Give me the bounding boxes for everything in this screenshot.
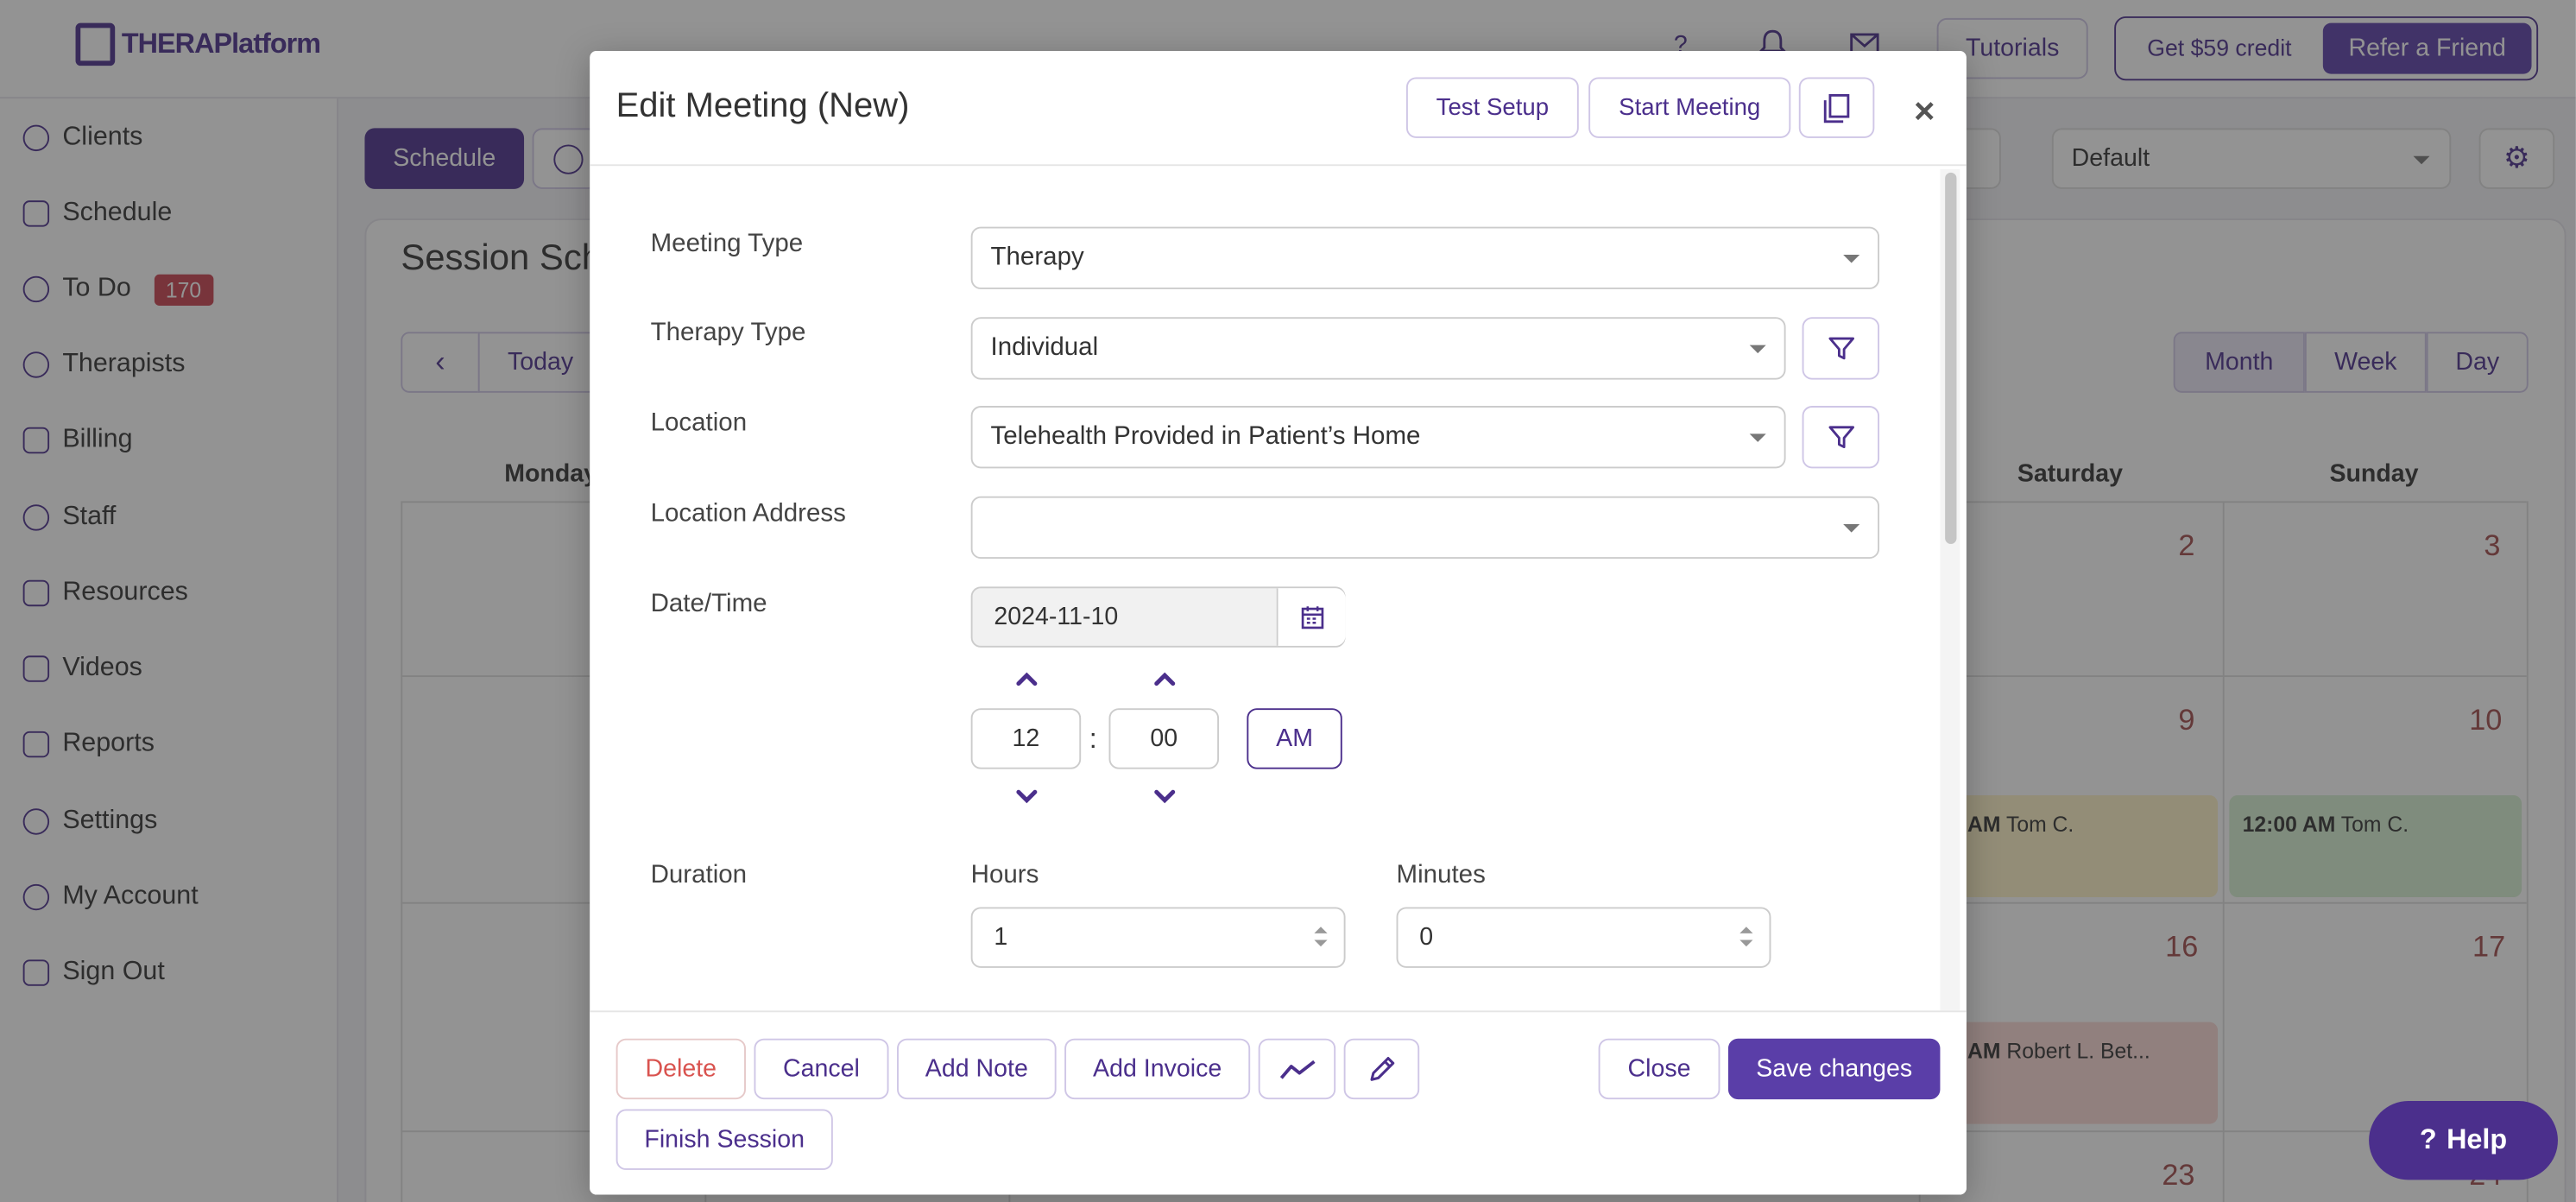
help-button[interactable]: ? Help [2369, 1101, 2558, 1180]
chevron-down-icon [1843, 524, 1860, 541]
date-picker-button[interactable] [1276, 588, 1346, 646]
location-select[interactable]: Telehealth Provided in Patient’s Home [970, 406, 1786, 469]
pencil-icon [1370, 1056, 1395, 1080]
location-address-select[interactable] [970, 496, 1880, 560]
ampm-toggle-button[interactable]: AM [1247, 708, 1342, 769]
filter-icon [1828, 337, 1854, 360]
minutes-stepper[interactable]: 0 [1396, 907, 1771, 968]
location-filter-button[interactable] [1802, 406, 1880, 469]
duration-label: Duration [650, 861, 748, 889]
therapy-type-value: Individual [990, 333, 1099, 362]
close-button[interactable]: Close [1598, 1038, 1720, 1100]
date-field[interactable]: 2024-11-10 [970, 586, 1346, 648]
trend-line-icon [1279, 1059, 1315, 1079]
finish-session-button[interactable]: Finish Session [616, 1109, 833, 1170]
cancel-button[interactable]: Cancel [754, 1038, 889, 1100]
meeting-type-select[interactable]: Therapy [970, 226, 1880, 289]
close-icon[interactable]: × [1914, 91, 1935, 133]
modal-title: Edit Meeting (New) [616, 86, 910, 125]
add-invoice-button[interactable]: Add Invoice [1064, 1038, 1251, 1100]
hours-value: 1 [994, 923, 1008, 952]
modal-header: Edit Meeting (New) Test Setup Start Meet… [590, 51, 1967, 167]
help-icon: ? [2419, 1123, 2437, 1155]
start-meeting-button[interactable]: Start Meeting [1588, 77, 1791, 138]
chevron-down-icon [1843, 254, 1860, 271]
time-separator: : [1089, 723, 1097, 755]
copy-button[interactable] [1798, 77, 1875, 138]
location-address-label: Location Address [650, 499, 846, 528]
minute-down-chevron-icon[interactable] [1153, 788, 1177, 805]
delete-button[interactable]: Delete [616, 1038, 746, 1100]
save-changes-button[interactable]: Save changes [1727, 1038, 1941, 1100]
progress-chart-button[interactable] [1258, 1038, 1336, 1100]
test-setup-button[interactable]: Test Setup [1405, 77, 1579, 138]
location-value: Telehealth Provided in Patient’s Home [990, 422, 1421, 451]
minutes-label: Minutes [1396, 861, 1486, 889]
hours-stepper[interactable]: 1 [970, 907, 1346, 968]
hour-up-chevron-icon[interactable] [1015, 670, 1039, 686]
filter-icon [1828, 426, 1854, 449]
meeting-type-value: Therapy [990, 243, 1084, 271]
location-label: Location [650, 408, 748, 438]
calendar-icon [1300, 606, 1323, 629]
hours-label: Hours [970, 861, 1039, 889]
copy-icon [1823, 92, 1850, 123]
chevron-down-icon [1749, 433, 1766, 450]
minute-input[interactable]: 00 [1108, 708, 1220, 769]
spinner-icon[interactable] [1739, 927, 1753, 950]
hour-down-chevron-icon[interactable] [1015, 788, 1039, 805]
meeting-type-label: Meeting Type [650, 230, 804, 258]
therapy-type-select[interactable]: Individual [970, 317, 1786, 380]
edit-meeting-modal: Edit Meeting (New) Test Setup Start Meet… [590, 50, 1967, 1195]
help-label: Help [2447, 1123, 2508, 1155]
add-note-button[interactable]: Add Note [897, 1038, 1057, 1100]
modal-footer: Delete Cancel Add Note Add Invoice Close… [590, 1010, 1967, 1195]
minutes-value: 0 [1419, 923, 1434, 952]
modal-scroll-thumb[interactable] [1945, 172, 1957, 544]
therapy-type-filter-button[interactable] [1802, 317, 1880, 380]
datetime-label: Date/Time [650, 590, 767, 618]
hour-input[interactable]: 12 [970, 708, 1082, 769]
date-value: 2024-11-10 [994, 603, 1119, 631]
edit-button[interactable] [1343, 1038, 1420, 1100]
spinner-icon[interactable] [1314, 927, 1328, 950]
chevron-down-icon [1749, 345, 1766, 362]
therapy-type-label: Therapy Type [650, 319, 806, 347]
minute-up-chevron-icon[interactable] [1153, 670, 1177, 686]
